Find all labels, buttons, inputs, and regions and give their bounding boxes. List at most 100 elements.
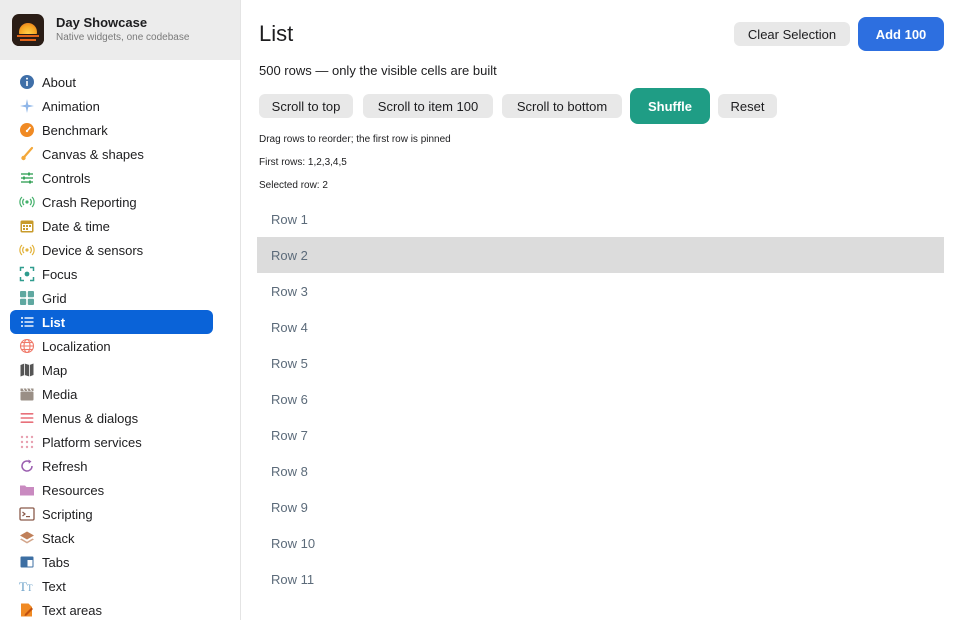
scroll-to-top-button[interactable]: Scroll to top: [259, 94, 353, 118]
sidebar-item-animation[interactable]: Animation: [10, 94, 213, 118]
list-row[interactable]: Row 4: [257, 309, 944, 345]
scroll-to-bottom-button[interactable]: Scroll to bottom: [502, 94, 622, 118]
sidebar-item-label: Text areas: [42, 602, 102, 618]
sidebar-item-label: Media: [42, 386, 78, 402]
svg-text:T: T: [27, 583, 33, 593]
sidebar-item-label: List: [42, 314, 66, 330]
sidebar-item-label: About: [42, 74, 76, 90]
list-row[interactable]: Row 7: [257, 417, 944, 453]
reset-button[interactable]: Reset: [718, 94, 777, 118]
sidebar-item-scripting[interactable]: Scripting: [10, 502, 213, 526]
shuffle-button[interactable]: Shuffle: [630, 88, 710, 124]
sidebar-item-grid[interactable]: Grid: [10, 286, 213, 310]
sidebar-item-label: Text: [42, 578, 66, 594]
selected-row-label: Selected row: 2: [259, 180, 328, 191]
list-row[interactable]: Row 2: [257, 237, 944, 273]
refresh-icon: [19, 458, 35, 474]
map-icon: [19, 362, 35, 378]
sidebar-nav: About Animation Benchmark Canvas & shapes Co…: [0, 60, 240, 620]
sidebar-item-date-time[interactable]: Date & time: [10, 214, 213, 238]
sidebar-item-label: Scripting: [42, 506, 93, 522]
sidebar-item-label: Focus: [42, 266, 78, 282]
sensor-icon: [19, 242, 35, 258]
sidebar-item-localization[interactable]: Localization: [10, 334, 213, 358]
sidebar-item-label: Tabs: [42, 554, 70, 570]
sidebar-item-label: Animation: [42, 98, 100, 114]
sidebar-item-crash-reporting[interactable]: Crash Reporting: [10, 190, 213, 214]
clear-selection-button[interactable]: Clear Selection: [734, 22, 850, 46]
layers-icon: [19, 530, 35, 546]
first-rows-label: First rows: 1,2,3,4,5: [259, 157, 347, 168]
broadcast-icon: [19, 194, 35, 210]
sidebar-item-label: Benchmark: [42, 122, 108, 138]
list-row[interactable]: Row 11: [257, 561, 944, 597]
sidebar-item-stack[interactable]: Stack: [10, 526, 213, 550]
sidebar-item-focus[interactable]: Focus: [10, 262, 213, 286]
sidebar-item-resources[interactable]: Resources: [10, 478, 213, 502]
sidebar-item-text-areas[interactable]: Text areas: [10, 598, 213, 620]
sidebar-item-controls[interactable]: Controls: [10, 166, 213, 190]
list-row[interactable]: Row 1: [257, 201, 944, 237]
app-subtitle: Native widgets, one codebase: [56, 32, 190, 43]
sidebar-item-label: Grid: [42, 290, 67, 306]
info-icon: [19, 74, 35, 90]
list-row[interactable]: Row 9: [257, 489, 944, 525]
sidebar: Day Showcase Native widgets, one codebas…: [0, 0, 241, 620]
app-name: Day Showcase: [56, 15, 148, 30]
dots-grid-icon: [19, 434, 35, 450]
sidebar-item-label: Menus & dialogs: [42, 410, 139, 426]
app-header: Day Showcase Native widgets, one codebas…: [0, 0, 240, 60]
sidebar-item-about[interactable]: About: [10, 70, 213, 94]
scroll-to-item-button[interactable]: Scroll to item 100: [363, 94, 493, 118]
list-row[interactable]: Row 6: [257, 381, 944, 417]
app-logo-icon: [12, 14, 44, 46]
sidebar-item-platform-services[interactable]: Platform services: [10, 430, 213, 454]
sidebar-item-media[interactable]: Media: [10, 382, 213, 406]
list-row[interactable]: Row 5: [257, 345, 944, 381]
sidebar-item-label: Crash Reporting: [42, 194, 137, 210]
main-content: List Clear Selection Add 100 500 rows — …: [241, 0, 960, 620]
sidebar-item-label: Date & time: [42, 218, 110, 234]
drag-note: Drag rows to reorder; the first row is p…: [259, 134, 451, 145]
sidebar-item-text[interactable]: T T Text: [10, 574, 213, 598]
sidebar-item-device-sensors[interactable]: Device & sensors: [10, 238, 213, 262]
sliders-icon: [19, 170, 35, 186]
svg-text:T: T: [19, 579, 27, 594]
sidebar-item-label: Map: [42, 362, 68, 378]
menu-lines-icon: [19, 410, 35, 426]
list-row[interactable]: Row 8: [257, 453, 944, 489]
sidebar-item-label: Canvas & shapes: [42, 146, 144, 162]
list-summary: 500 rows — only the visible cells are bu…: [259, 63, 497, 78]
tabs-icon: [19, 554, 35, 570]
focus-icon: [19, 266, 35, 282]
sidebar-item-menus-dialogs[interactable]: Menus & dialogs: [10, 406, 213, 430]
folder-icon: [19, 482, 35, 498]
text-size-icon: TT: [19, 578, 35, 594]
sidebar-item-map[interactable]: Map: [10, 358, 213, 382]
grid-icon: [19, 290, 35, 306]
terminal-icon: [19, 506, 35, 522]
list-row[interactable]: Row 10: [257, 525, 944, 561]
document-edit-icon: [19, 602, 35, 618]
sidebar-item-label: Platform services: [42, 434, 142, 450]
sidebar-item-label: Stack: [42, 530, 75, 546]
sidebar-item-label: Refresh: [42, 458, 88, 474]
list-row[interactable]: Row 3: [257, 273, 944, 309]
page-title: List: [259, 21, 294, 46]
list-icon: [19, 314, 35, 330]
sidebar-item-label: Localization: [42, 338, 111, 354]
sidebar-item-refresh[interactable]: Refresh: [10, 454, 213, 478]
add-100-button[interactable]: Add 100: [858, 17, 944, 51]
sidebar-item-label: Resources: [42, 482, 105, 498]
clapper-icon: [19, 386, 35, 402]
calendar-icon: [19, 218, 35, 234]
sidebar-item-label: Device & sensors: [42, 242, 144, 258]
sidebar-item-canvas-shapes[interactable]: Canvas & shapes: [10, 142, 213, 166]
sidebar-item-benchmark[interactable]: Benchmark: [10, 118, 213, 142]
brush-icon: [19, 146, 35, 162]
sidebar-item-list[interactable]: List: [10, 310, 213, 334]
globe-icon: [19, 338, 35, 354]
sidebar-item-tabs[interactable]: Tabs: [10, 550, 213, 574]
speedometer-icon: [19, 122, 35, 138]
sparkles-icon: [19, 98, 35, 114]
